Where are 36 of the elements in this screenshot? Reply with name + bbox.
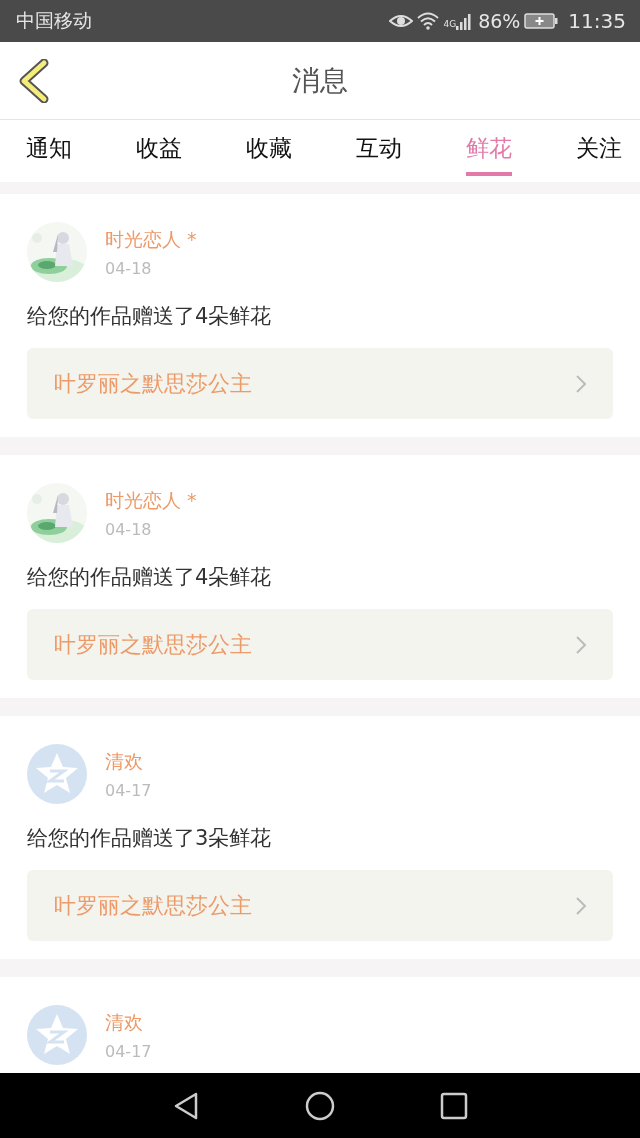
message-date: 04-17 bbox=[105, 780, 152, 800]
home-nav-icon[interactable] bbox=[305, 1090, 335, 1121]
work-link[interactable]: 叶罗丽之默思莎公主 bbox=[27, 870, 613, 941]
sender-name[interactable]: 时光恋人 * bbox=[105, 226, 197, 253]
work-link[interactable]: 叶罗丽之默思莎公主 bbox=[27, 609, 613, 680]
network-label: 4G bbox=[443, 19, 457, 29]
message-date: 04-18 bbox=[105, 519, 153, 539]
tab[interactable]: 互动 bbox=[356, 120, 402, 176]
page-title: 消息 bbox=[292, 62, 348, 99]
tab[interactable]: 关注 bbox=[576, 120, 622, 176]
battery-icon bbox=[524, 13, 559, 29]
tab[interactable]: 通知 bbox=[26, 120, 72, 176]
clock: 11:35 bbox=[568, 9, 626, 33]
battery-percent: 86% bbox=[478, 10, 521, 32]
tab[interactable]: 鲜花 bbox=[466, 120, 512, 176]
back-icon[interactable] bbox=[18, 59, 50, 103]
work-link[interactable]: 叶罗丽之默思莎公主 bbox=[27, 348, 613, 419]
wifi-icon bbox=[417, 12, 440, 30]
tab[interactable]: 收藏 bbox=[246, 120, 292, 176]
tab[interactable]: 收益 bbox=[136, 120, 182, 176]
chevron-right-icon bbox=[575, 373, 587, 394]
chevron-right-icon bbox=[575, 634, 587, 655]
message-text: 给您的作品赠送了4朵鲜花 bbox=[27, 564, 273, 591]
recents-nav-icon[interactable] bbox=[439, 1091, 468, 1120]
message-text: 给您的作品赠送了3朵鲜花 bbox=[27, 825, 273, 852]
sender-name[interactable]: 时光恋人 * bbox=[105, 487, 197, 514]
chevron-right-icon bbox=[575, 895, 587, 916]
message-text: 给您的作品赠送了4朵鲜花 bbox=[27, 303, 273, 330]
message-date: 04-18 bbox=[105, 258, 153, 278]
carrier-name: 中国移动 bbox=[16, 8, 92, 33]
sender-name[interactable]: 清欢 bbox=[105, 748, 152, 775]
message-date: 04-17 bbox=[105, 1041, 152, 1061]
avatar-icon bbox=[27, 744, 87, 804]
eye-icon bbox=[389, 13, 414, 29]
avatar-icon bbox=[27, 1005, 87, 1065]
sender-name[interactable]: 清欢 bbox=[105, 1009, 152, 1036]
